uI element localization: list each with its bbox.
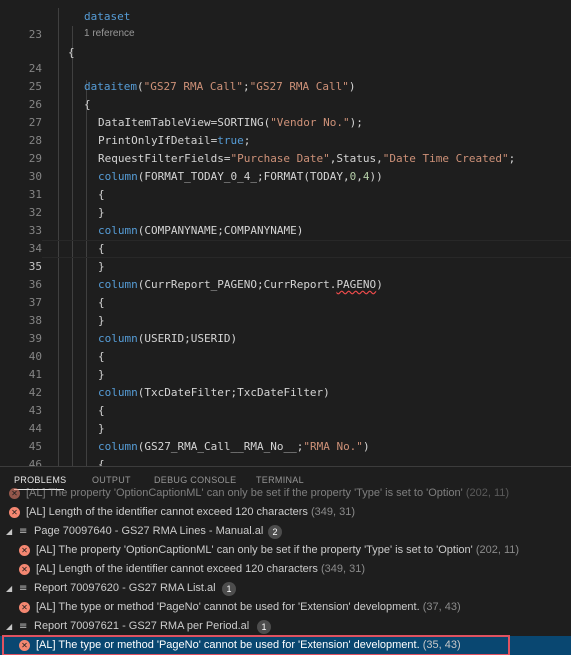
code-line: 23 { <box>0 8 571 59</box>
code-line: 46 } <box>0 438 571 466</box>
code-line: 36 { <box>0 258 571 309</box>
file-lines-icon: ≡ <box>19 583 28 594</box>
error-icon: ✕ <box>9 488 20 499</box>
problem-file-group[interactable]: ◢ ≡ Report 70097621 - GS27 RMA per Perio… <box>0 617 571 636</box>
code-line: dataset <box>0 0 571 23</box>
code-line: 31 } <box>0 168 571 219</box>
problem-file-name: Page 70097640 - GS27 RMA Lines - Manual.… <box>34 525 264 537</box>
problem-message: [AL] The property 'OptionCaptionML' can … <box>36 544 520 556</box>
problem-item[interactable]: ✕ [AL] Length of the identifier cannot e… <box>0 560 571 579</box>
code-line: 35 column(CurrReport_PAGENO;CurrReport.P… <box>0 240 571 291</box>
code-line: 32 column(COMPANYNAME;COMPANYNAME) <box>0 186 571 237</box>
chevron-down-icon[interactable]: ◢ <box>6 522 12 541</box>
code-line: 43 } <box>0 384 571 435</box>
code-line: 47 column(GS27_RMA_Call__Serial_No__;"Se… <box>0 456 571 466</box>
file-lines-icon: ≡ <box>19 621 28 632</box>
code-line: 26 DataItemTableView=SORTING("Vendor No.… <box>0 78 571 129</box>
chevron-down-icon[interactable]: ◢ <box>6 617 12 636</box>
problem-item[interactable]: ✕ [AL] The type or method 'PageNo' canno… <box>0 598 571 617</box>
file-lines-icon: ≡ <box>19 526 28 537</box>
code-line: 25 { <box>0 60 571 111</box>
error-icon: ✕ <box>19 564 30 575</box>
code-editor[interactable]: dataset 23 { 1 reference 24 dataitem("GS… <box>0 0 571 466</box>
code-line: 44 column(GS27_RMA_Call__RMA_No__;"RMA N… <box>0 402 571 453</box>
problem-message: [AL] The type or method 'PageNo' cannot … <box>36 601 461 613</box>
code-line: 45 { <box>0 420 571 466</box>
problems-panel: PROBLEMS OUTPUT DEBUG CONSOLE TERMINAL ✕… <box>0 466 571 655</box>
problem-item[interactable]: ✕ [AL] Length of the identifier cannot e… <box>0 503 571 522</box>
error-icon: ✕ <box>19 602 30 613</box>
code-line: 37 } <box>0 276 571 327</box>
chevron-down-icon[interactable]: ◢ <box>6 579 12 598</box>
code-line: 39 { <box>0 312 571 363</box>
problem-file-name: Report 70097621 - GS27 RMA per Period.al <box>34 620 250 632</box>
code-line: 30 { <box>0 150 571 201</box>
problem-message: [AL] The property 'OptionCaptionML' can … <box>26 487 510 499</box>
highlight-annotation-box <box>2 635 510 655</box>
problem-item[interactable]: ✕ [AL] The property 'OptionCaptionML' ca… <box>0 541 571 560</box>
code-line: 42 { <box>0 366 571 417</box>
error-icon: ✕ <box>19 545 30 556</box>
problem-file-group[interactable]: ◢ ≡ Report 70097620 - GS27 RMA List.al 1 <box>0 579 571 598</box>
problem-message: [AL] Length of the identifier cannot exc… <box>36 563 366 575</box>
codelens-reference-link[interactable]: 1 reference <box>84 28 135 39</box>
problem-file-group[interactable]: ◢ ≡ Page 70097640 - GS27 RMA Lines - Man… <box>0 522 571 541</box>
code-line: 28 RequestFilterFields="Purchase Date",S… <box>0 114 571 165</box>
code-line: 27 PrintOnlyIfDetail=true; <box>0 96 571 147</box>
problem-message: [AL] Length of the identifier cannot exc… <box>26 506 356 518</box>
code-line: 29 column(FORMAT_TODAY_0_4_;FORMAT(TODAY… <box>0 132 571 183</box>
code-line: 24 dataitem("GS27 RMA Call";"GS27 RMA Ca… <box>0 42 571 93</box>
problem-count-badge: 1 <box>222 582 236 596</box>
code-line: 41 column(TxcDateFilter;TxcDateFilter) <box>0 348 571 399</box>
problem-file-name: Report 70097620 - GS27 RMA List.al <box>34 582 216 594</box>
code-line: 38 column(USERID;USERID) <box>0 294 571 345</box>
error-icon: ✕ <box>9 507 20 518</box>
problem-count-badge: 2 <box>268 525 282 539</box>
problem-count-badge: 1 <box>257 620 271 634</box>
code-line: 34 } <box>0 222 571 273</box>
problem-item[interactable]: ✕ [AL] The property 'OptionCaptionML' ca… <box>0 484 571 503</box>
code-line: 33 { <box>0 204 571 255</box>
code-line: 40 } <box>0 330 571 381</box>
